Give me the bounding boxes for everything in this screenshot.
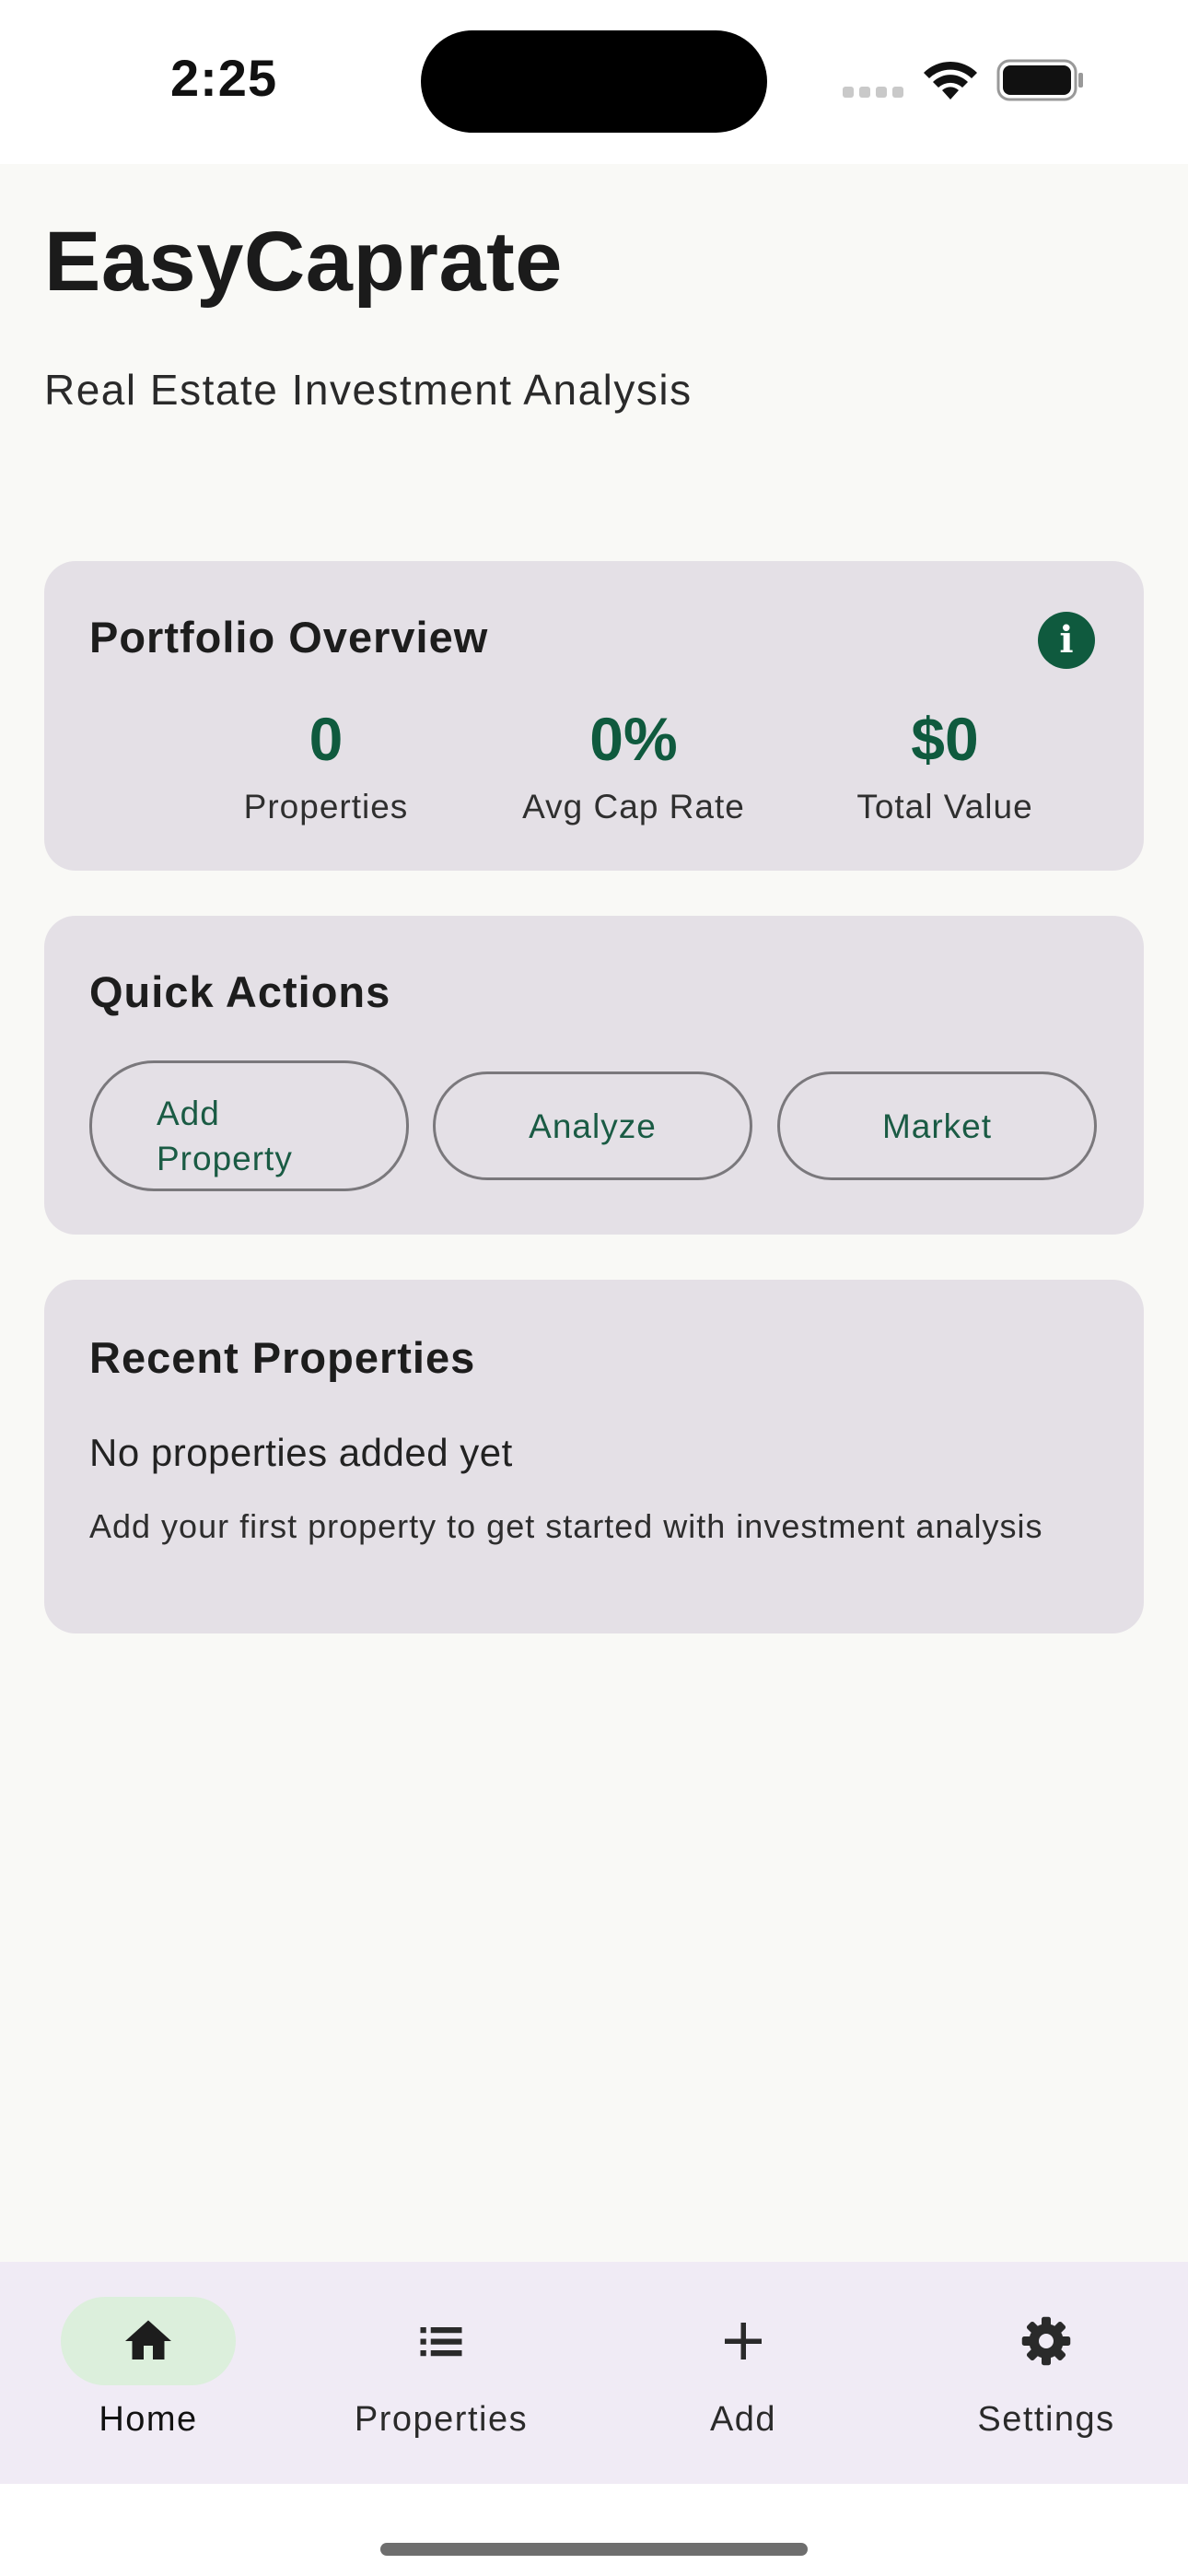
add-property-label-line2: Property (157, 1140, 293, 1177)
status-time: 2:25 (170, 49, 278, 107)
plus-icon (725, 2323, 762, 2359)
gear-icon (1021, 2316, 1071, 2366)
app-title: EasyCaprate (44, 215, 563, 309)
home-indicator[interactable] (380, 2543, 808, 2556)
recent-properties-title: Recent Properties (89, 1333, 476, 1382)
stat-avg-cap-rate: 0% Avg Cap Rate (477, 708, 790, 826)
main-content: EasyCaprate Real Estate Investment Analy… (0, 164, 1188, 2262)
stat-properties: 0 Properties (169, 708, 483, 826)
nav-item-settings[interactable]: Settings (898, 2262, 1188, 2484)
nav-label-add: Add (709, 2400, 777, 2439)
stat-value: 0 (309, 705, 344, 773)
stat-total-value: $0 Total Value (788, 708, 1101, 826)
analyze-button[interactable]: Analyze (433, 1071, 752, 1180)
nav-label-properties: Properties (354, 2400, 529, 2439)
status-bar: 2:25 (0, 0, 1188, 164)
home-icon (125, 2320, 171, 2359)
quick-actions-title: Quick Actions (89, 967, 391, 1016)
stat-value: $0 (911, 705, 979, 773)
nav-item-add[interactable]: Add (595, 2262, 891, 2484)
wifi-icon (924, 61, 977, 100)
stat-label: Avg Cap Rate (522, 788, 745, 825)
stat-label: Properties (243, 788, 409, 825)
empty-state-title: No properties added yet (89, 1431, 513, 1474)
battery-icon (996, 59, 1083, 101)
nav-item-home[interactable]: Home (0, 2262, 297, 2484)
cellular-signal-icon (843, 87, 903, 98)
nav-item-properties[interactable]: Properties (293, 2262, 589, 2484)
dynamic-island (421, 30, 767, 133)
bottom-navigation: Home Properties Add Settings (0, 2262, 1188, 2484)
add-property-label-line1: Add (157, 1095, 220, 1132)
info-icon[interactable]: i (1038, 612, 1095, 669)
stat-label: Total Value (856, 788, 1033, 825)
home-indicator-area (0, 2484, 1188, 2576)
portfolio-overview-title: Portfolio Overview (89, 613, 489, 662)
nav-label-home: Home (99, 2400, 198, 2439)
empty-state-description: Add your first property to get started w… (89, 1507, 1043, 1545)
recent-properties-card: Recent Properties No properties added ye… (44, 1280, 1144, 1633)
market-button[interactable]: Market (777, 1071, 1097, 1180)
nav-label-settings: Settings (977, 2400, 1115, 2439)
list-icon (420, 2327, 462, 2357)
portfolio-overview-card: Portfolio Overview i 0 Properties 0% Avg… (44, 561, 1144, 871)
stat-value: 0% (589, 705, 678, 773)
quick-actions-card: Quick Actions Add Property Analyze Marke… (44, 916, 1144, 1235)
app-subtitle: Real Estate Investment Analysis (44, 366, 693, 414)
add-property-button[interactable]: Add Property (89, 1060, 409, 1191)
nav-active-indicator (61, 2297, 236, 2385)
